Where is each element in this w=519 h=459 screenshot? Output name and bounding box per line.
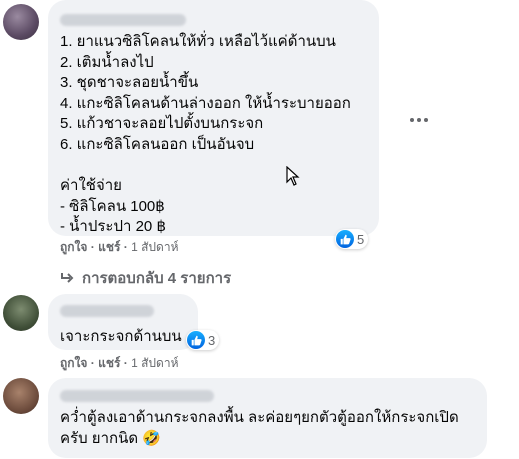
like-link[interactable]: ถูกใจ	[60, 356, 87, 370]
comment-actions: ถูกใจ · แชร์ · 1 สัปดาห์	[60, 356, 179, 370]
avatar[interactable]	[3, 4, 39, 40]
reaction-count[interactable]: 5	[335, 229, 369, 249]
comment-actions: ถูกใจ · แชร์ · 1 สัปดาห์	[60, 240, 179, 254]
reply-link[interactable]: แชร์	[98, 356, 120, 370]
avatar[interactable]	[3, 378, 39, 414]
more-options-icon[interactable]	[410, 118, 428, 122]
view-replies-link[interactable]: การตอบกลับ 4 รายการ	[60, 266, 231, 290]
timestamp[interactable]: 1 สัปดาห์	[131, 356, 178, 370]
reaction-count[interactable]: 3	[186, 330, 220, 350]
mouse-cursor-icon	[286, 166, 300, 186]
thumbs-up-icon	[336, 230, 354, 248]
like-link[interactable]: ถูกใจ	[60, 240, 87, 254]
comment-text: เจาะกระจกด้านบน	[60, 328, 182, 345]
reply-arrow-icon	[61, 273, 74, 283]
commenter-name[interactable]	[60, 14, 186, 26]
comment-text: 1. ยาแนวซิลิโคลนให้ทั่ว เหลือไว้แค่ด้านบ…	[60, 33, 351, 236]
thumbs-up-icon	[187, 331, 205, 349]
timestamp[interactable]: 1 สัปดาห์	[131, 240, 178, 254]
comment-text: คว่ำตู้ลงเอาด้านกระจกลงพื้น ละค่อยๆยกตัว…	[60, 409, 459, 447]
commenter-name[interactable]	[60, 305, 154, 317]
reply-link[interactable]: แชร์	[98, 240, 120, 254]
commenter-name[interactable]	[60, 390, 214, 402]
avatar[interactable]	[3, 295, 39, 331]
